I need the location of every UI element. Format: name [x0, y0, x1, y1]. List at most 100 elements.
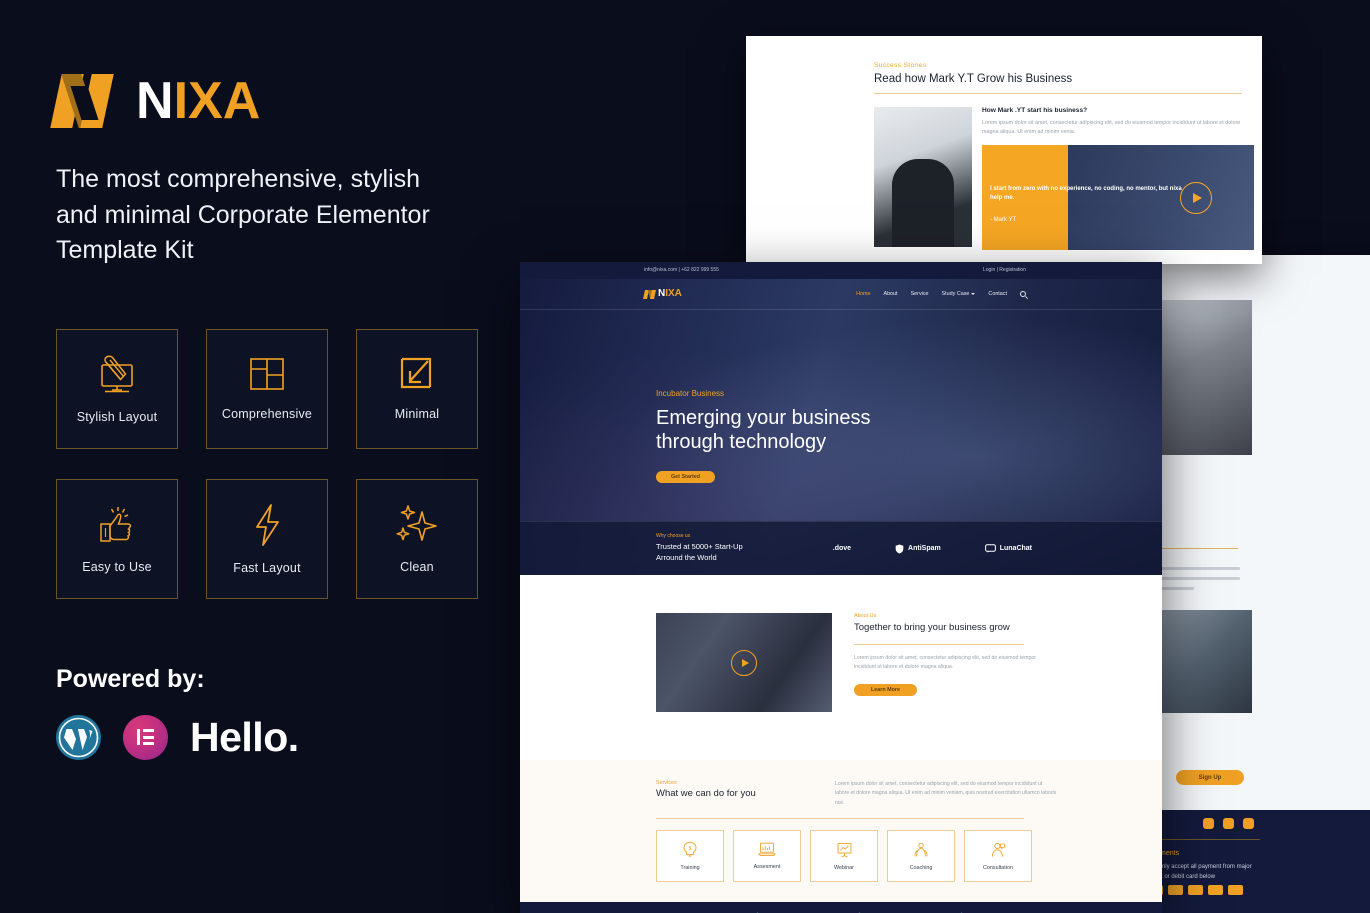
testimonial-quote-block: I start from zero with no experience, no… [982, 144, 1254, 250]
services-title: What we can do for you [656, 788, 756, 799]
mockup-right-photo-top [1154, 300, 1252, 455]
left-info-panel: NIXA The most comprehensive, stylish and… [0, 0, 520, 913]
brand-antispam: AntiSpam [895, 544, 941, 554]
testimonial-subheading: How Mark .YT start his business? [982, 107, 1088, 114]
svg-text:$: $ [689, 846, 692, 852]
facebook-icon[interactable] [1203, 818, 1214, 829]
stats-section: 5,250 Start Up 100 Webinar 1,000 Special… [520, 902, 1162, 913]
topbar-contact: info@nixa.com | +62 822 999 555 [644, 266, 719, 273]
services-section: Services What we can do for you Lorem ip… [520, 760, 1162, 902]
feature-card-label: Comprehensive [221, 406, 313, 421]
service-card-assesment-label: Assesment [753, 864, 781, 870]
brand-lunachat-label: LunaChat [999, 545, 1032, 552]
quote-video-panel: I start from zero with no experience, no… [990, 144, 1254, 250]
service-card-consultation-label: Consultation [983, 864, 1013, 871]
about-title-line1: Together to bring your business [854, 622, 987, 633]
play-icon[interactable] [1180, 181, 1212, 214]
nav-item-study-case-label: Study Case [941, 291, 970, 297]
about-video-thumbnail[interactable] [656, 613, 832, 712]
topbar-account-links[interactable]: Login | Registration [983, 267, 1026, 273]
hero-eyebrow: Incubator Business [656, 389, 725, 398]
credit-card-icon [1168, 885, 1183, 895]
service-card-consultation[interactable]: Consultation [964, 830, 1032, 882]
nav-item-study-case[interactable]: Study Case [942, 291, 976, 297]
brand-logo: NIXA [50, 74, 520, 128]
brand-antispam-label: AntiSpam [908, 545, 941, 552]
trust-line2: Arround the World [656, 553, 717, 562]
feature-card-minimal[interactable]: Minimal [356, 328, 478, 449]
service-card-assesment[interactable]: Assesment [733, 830, 801, 882]
service-card-training[interactable]: $ Training [656, 830, 724, 882]
get-started-button[interactable]: Get Started [656, 470, 715, 483]
brand-dove: .dove [832, 545, 852, 552]
grid-layout-icon [250, 357, 284, 390]
testimonial-portrait [874, 107, 972, 247]
hero-copy: Incubator Business Emerging your busines… [656, 389, 871, 483]
feature-card-clean[interactable]: Clean [356, 478, 478, 599]
brand-wordmark-white: N [136, 72, 174, 130]
hello-theme-wordmark: Hello. [190, 713, 299, 760]
trust-bar: Why choose us Trusted at 5000+ Start-Up A… [520, 521, 1162, 575]
navbar-logo-orange: IXA [665, 288, 682, 299]
about-eyebrow: About Us [854, 613, 877, 619]
feature-card-comprehensive[interactable]: Comprehensive [206, 328, 328, 449]
feature-grid: Stylish Layout Comprehensive Minimal Eas… [56, 328, 520, 599]
nav-item-service[interactable]: Service [911, 291, 929, 297]
credit-card-icon [1228, 885, 1243, 895]
mockup-right-background: Sign Up [1148, 255, 1370, 855]
feature-card-label: Fast Layout [233, 560, 301, 575]
service-card-coaching-label: Coaching [909, 864, 933, 871]
feature-card-label: Stylish Layout [76, 409, 158, 424]
social-links [1203, 818, 1254, 829]
chevron-down-icon [971, 293, 976, 295]
service-card-webinar[interactable]: Webinar [810, 830, 878, 882]
consultation-icon [991, 842, 1005, 857]
assesment-icon [758, 842, 776, 857]
training-icon: $ [683, 841, 697, 857]
nav-item-about[interactable]: About [883, 291, 897, 297]
sparkles-icon [396, 504, 437, 541]
testimonial-paragraph: Lorem ipsum dolor sit amet, consectetur … [982, 120, 1241, 136]
signup-button[interactable]: Sign Up [1176, 770, 1244, 785]
elementor-logo-icon [123, 714, 168, 760]
hero-title: Emerging your business through technology [656, 406, 871, 455]
services-description: Lorem ipsum dolor sit amet, consectetur … [835, 781, 1057, 806]
success-stories-heading: Read how Mark Y.T Grow his Business [874, 73, 1073, 85]
nav-item-home[interactable]: Home [856, 291, 870, 297]
chat-icon [984, 544, 996, 553]
credit-card-icon [1208, 885, 1223, 895]
mockup-right-footer-detail: Payments We only accept all payment from… [1148, 810, 1370, 913]
nav-item-contact[interactable]: Contact [988, 291, 1007, 297]
service-card-coaching[interactable]: Coaching [887, 830, 955, 882]
feature-card-easy-to-use[interactable]: Easy to Use [56, 478, 178, 599]
feature-card-label: Easy to Use [82, 559, 152, 574]
youtube-icon[interactable] [1243, 818, 1254, 829]
navbar-logo[interactable]: NIXA [643, 288, 682, 299]
thumbs-up-icon [100, 506, 132, 542]
credit-card-icon [1188, 885, 1203, 895]
payments-text: We only accept all payment from major cr… [1148, 864, 1252, 881]
site-navbar: NIXA Home About Service Study Case Conta… [520, 279, 1162, 309]
twitter-icon[interactable] [1223, 818, 1234, 829]
services-divider [656, 818, 1024, 819]
mockup-success-stories: Success Stories Read how Mark Y.T Grow h… [746, 36, 1262, 264]
search-icon[interactable] [1020, 291, 1026, 297]
minimize-arrow-icon [400, 357, 432, 388]
wordpress-logo-icon [56, 714, 101, 760]
mockup-right-photo-video-call [1154, 610, 1252, 713]
powered-by-title: Powered by: [56, 664, 205, 693]
webinar-icon [837, 842, 851, 857]
trust-eyebrow: Why choose us [656, 533, 691, 540]
trust-line1: Trusted at 5000+ Start-Up [656, 542, 743, 552]
quote-author: - Mark YT [990, 216, 1017, 223]
learn-more-button[interactable]: Learn More [854, 683, 917, 696]
feature-card-fast-layout[interactable]: Fast Layout [206, 478, 328, 599]
brand-wordmark: NIXA [136, 75, 260, 127]
service-card-list: $ Training Assesment Webinar Coaching Co… [656, 830, 1032, 882]
brand-wordmark-orange: IXA [173, 72, 261, 130]
play-icon[interactable] [731, 649, 757, 676]
service-card-webinar-label: Webinar [834, 864, 854, 871]
brand-lunachat: LunaChat [984, 544, 1032, 553]
coaching-icon [914, 842, 928, 856]
feature-card-stylish-layout[interactable]: Stylish Layout [56, 328, 178, 449]
